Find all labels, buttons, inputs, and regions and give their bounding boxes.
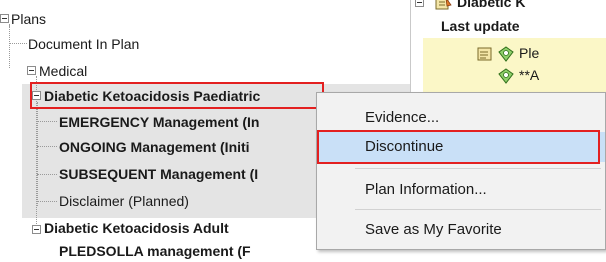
- tree-node-label: ONGOING Management (Initi: [59, 139, 250, 155]
- tree-node-medical[interactable]: Medical: [39, 60, 87, 82]
- collapse-toggle-icon[interactable]: [27, 66, 36, 75]
- menu-item-label: Plan Information...: [365, 181, 487, 198]
- menu-item-save-favorite[interactable]: Save as My Favorite: [317, 215, 605, 245]
- tree-node-plans[interactable]: Plans: [11, 8, 46, 30]
- plan-last-update: Last update: [441, 18, 520, 34]
- tree-node-label: Disclaimer (Planned): [59, 193, 189, 209]
- tree-node-emergency[interactable]: EMERGENCY Management (In: [59, 111, 259, 133]
- tree-node-label: SUBSEQUENT Management (I: [59, 166, 259, 182]
- context-menu: Evidence... Discontinue Plan Information…: [316, 92, 606, 250]
- menu-item-label: Save as My Favorite: [365, 221, 502, 238]
- tree-node-dka-adult[interactable]: Diabetic Ketoacidosis Adult: [44, 217, 229, 239]
- menu-item-evidence[interactable]: Evidence...: [317, 103, 605, 133]
- menu-item-plan-information[interactable]: Plan Information...: [317, 175, 605, 205]
- tree-connector: [37, 146, 57, 147]
- plan-detail-header: Diabetic K: [457, 0, 526, 10]
- tree-node-label: Diabetic Ketoacidosis Adult: [44, 220, 229, 236]
- menu-separator: [355, 168, 601, 169]
- collapse-toggle-icon[interactable]: [415, 0, 424, 7]
- tree-node-label: Medical: [39, 63, 88, 79]
- tree-connector: [37, 174, 57, 175]
- tree-connector: [37, 201, 57, 202]
- collapse-toggle-icon[interactable]: [0, 14, 9, 23]
- plan-row-label[interactable]: Ple: [519, 45, 539, 61]
- tree-node-label: Plans: [11, 11, 47, 27]
- tree-node-label: PLEDSOLLA management (F: [59, 243, 251, 259]
- tree-connector: [37, 121, 57, 122]
- tree-node-subsequent[interactable]: SUBSEQUENT Management (I: [59, 163, 258, 185]
- collapse-toggle-icon[interactable]: [32, 225, 41, 234]
- plan-icon: [435, 0, 452, 10]
- tree-node-cutoff[interactable]: PLEDSOLLA management (F: [59, 240, 251, 262]
- tree-connector: [37, 102, 38, 206]
- tree-node-document-in-plan[interactable]: Document In Plan: [28, 33, 139, 55]
- tree-node-ongoing[interactable]: ONGOING Management (Initi: [59, 136, 250, 158]
- menu-item-label: Evidence...: [365, 109, 440, 126]
- plan-row-label[interactable]: **A: [519, 67, 539, 83]
- tree-node-label: Document In Plan: [28, 36, 140, 52]
- tree-node-label: EMERGENCY Management (In: [59, 114, 260, 130]
- menu-separator: [355, 209, 601, 210]
- order-icon: [498, 46, 514, 62]
- order-icon: [498, 68, 514, 84]
- tree-connector: [9, 26, 10, 68]
- tree-connector: [9, 43, 27, 44]
- tree-node-disclaimer[interactable]: Disclaimer (Planned): [59, 190, 189, 212]
- callout-highlight-plan: [30, 82, 324, 109]
- plan-icon: [477, 47, 492, 61]
- callout-highlight-discontinue: [317, 130, 600, 164]
